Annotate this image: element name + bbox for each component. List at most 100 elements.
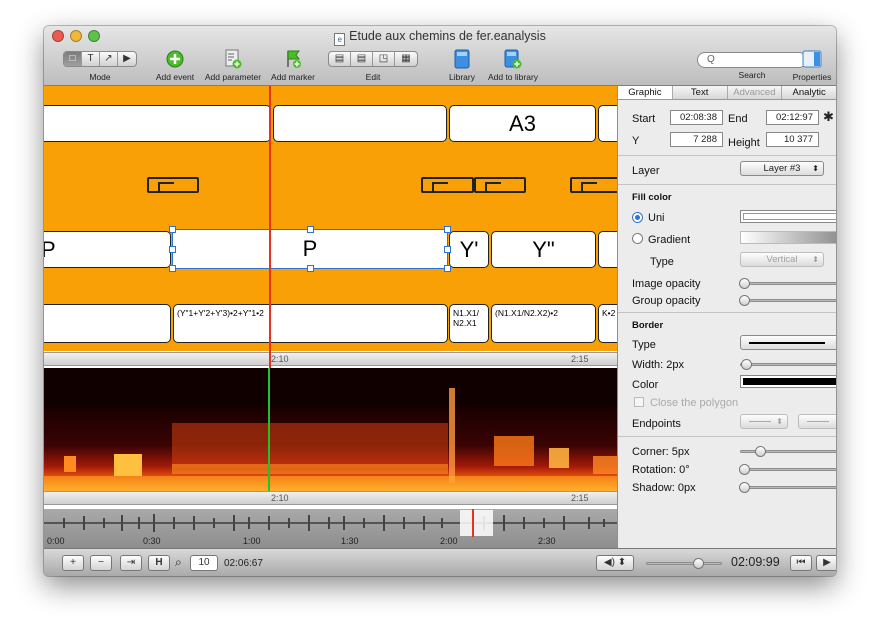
event-box-formula[interactable]: (Y"1+Y'2+Y'3)•2+Y"1•2 — [173, 304, 448, 343]
waveform-overview[interactable]: 0:00 0:30 1:00 1:30 2:00 2:30 — [44, 509, 617, 548]
time-ruler-lower[interactable]: 2:10 2:15 — [44, 491, 617, 505]
analysis-canvas[interactable]: A3 P P Y' Y" (Y"1+Y'2+Y'3)•2+Y"1•2 N1.X1… — [44, 86, 617, 548]
uni-radio[interactable] — [632, 212, 643, 223]
resize-handle-bc[interactable] — [307, 265, 314, 272]
gradient-color-well[interactable] — [740, 231, 836, 244]
add-event-button[interactable]: Add event — [152, 48, 198, 82]
event-label-ydouble: Y" — [532, 236, 555, 262]
search-label: Search — [738, 70, 766, 80]
play-button[interactable]: ▶ — [816, 555, 836, 571]
slider-knob[interactable] — [755, 446, 766, 457]
resize-handle-tr[interactable] — [444, 226, 451, 233]
zoom-out-button[interactable]: − — [90, 555, 112, 571]
height-field[interactable]: 10 377 — [766, 132, 819, 147]
event-box-row4-a[interactable] — [44, 304, 171, 343]
border-color-well[interactable] — [740, 375, 836, 388]
resize-handle-tc[interactable] — [307, 226, 314, 233]
add-event-icon — [166, 50, 184, 68]
zoom-stepper[interactable]: 10 — [190, 555, 218, 571]
resize-handle-br[interactable] — [444, 265, 451, 272]
magnifier-icon: ⌕ — [175, 555, 182, 569]
slider-knob[interactable] — [739, 278, 750, 289]
playhead[interactable] — [269, 86, 271, 368]
add-marker-button[interactable]: Add marker — [268, 48, 318, 82]
marker-box-4[interactable] — [570, 177, 617, 193]
add-parameter-button[interactable]: Add parameter — [200, 48, 266, 82]
slider-knob[interactable] — [693, 558, 704, 569]
marker-box-3[interactable] — [474, 177, 526, 193]
uni-color-well[interactable] — [740, 210, 836, 223]
align-center-icon[interactable]: ▤ — [351, 52, 373, 66]
slider-knob[interactable] — [739, 464, 750, 475]
align-left-icon[interactable]: ▤ — [329, 52, 351, 66]
start-field[interactable]: 02:08:38 — [670, 110, 723, 125]
h-button[interactable]: H — [148, 555, 170, 571]
event-box-p-selected[interactable]: P — [172, 229, 448, 269]
event-box-k[interactable]: K•2 — [598, 304, 617, 343]
border-type-select[interactable] — [740, 335, 836, 350]
marker-box-1[interactable] — [147, 177, 199, 193]
tab-text[interactable]: Text — [673, 86, 728, 99]
add-to-library-button[interactable]: Add to library — [480, 48, 546, 82]
rotation-slider[interactable] — [739, 464, 836, 475]
spectrogram[interactable] — [44, 368, 617, 491]
close-polygon-checkbox[interactable] — [634, 397, 644, 407]
marker-box-2[interactable] — [421, 177, 474, 193]
shadow-slider[interactable] — [739, 482, 836, 493]
distribute-icon[interactable]: ▦ — [395, 52, 417, 66]
fill-color-heading: Fill color — [632, 192, 672, 203]
rewind-button[interactable]: ⏮ — [790, 555, 812, 571]
group-opacity-slider[interactable] — [739, 295, 836, 306]
mode-text-icon[interactable]: T — [82, 52, 100, 66]
mode-play-icon[interactable]: ▶ — [118, 52, 136, 66]
gradient-radio[interactable] — [632, 233, 643, 244]
properties-button[interactable]: Properties — [790, 48, 834, 82]
tab-advanced[interactable]: Advanced — [728, 86, 783, 99]
event-box-row1-a[interactable] — [44, 105, 271, 142]
gear-icon[interactable]: ✱ — [823, 109, 834, 125]
add-to-library-label: Add to library — [487, 72, 539, 82]
mode-select-icon[interactable]: □ — [64, 52, 82, 66]
slider-knob[interactable] — [739, 482, 750, 493]
volume-select[interactable]: ◀︎) ⬍ — [596, 555, 634, 571]
y-field[interactable]: 7 288 — [670, 132, 723, 147]
endpoint-start-select[interactable] — [740, 414, 788, 429]
library-button[interactable]: Library — [444, 48, 480, 82]
slider-knob[interactable] — [741, 359, 752, 370]
add-marker-label: Add marker — [271, 72, 315, 82]
event-box-p-left[interactable]: P — [44, 231, 171, 268]
time-ruler[interactable]: 2:10 2:15 — [44, 352, 617, 366]
playback-slider[interactable] — [646, 558, 722, 569]
end-field[interactable]: 02:12:97 — [766, 110, 819, 125]
resize-handle-tl[interactable] — [169, 226, 176, 233]
event-box-a3[interactable]: A3 — [449, 105, 596, 142]
border-width-slider[interactable] — [740, 359, 836, 370]
overview-mark-2: 1:00 — [243, 536, 261, 546]
tab-graphic[interactable]: Graphic — [618, 86, 673, 99]
resize-handle-bl[interactable] — [169, 265, 176, 272]
start-label: Start — [632, 113, 656, 125]
inspector-panel: Graphic Text Advanced Analytic Start 02:… — [617, 86, 836, 548]
resize-handle-ml[interactable] — [169, 246, 176, 253]
zoom-in-button[interactable]: + — [62, 555, 84, 571]
group-icon[interactable]: ◳ — [373, 52, 395, 66]
gradient-type-select[interactable]: Vertical — [740, 252, 824, 267]
event-box-row3-c[interactable] — [598, 231, 617, 268]
layer-select[interactable]: Layer #3 — [740, 161, 824, 176]
event-box-row1-b[interactable] — [273, 105, 447, 142]
corner-slider[interactable] — [740, 446, 836, 457]
endpoint-end-select[interactable] — [798, 414, 836, 429]
resize-handle-mr[interactable] — [444, 246, 451, 253]
tab-analytic[interactable]: Analytic — [782, 86, 836, 99]
event-box-n1[interactable]: N1.X1/ N2.X1 — [449, 304, 489, 343]
event-box-row1-c[interactable] — [598, 105, 617, 142]
slider-knob[interactable] — [739, 295, 750, 306]
fit-button[interactable]: ⇥ — [120, 555, 142, 571]
event-box-yprime[interactable]: Y' — [449, 231, 489, 268]
shadow-label: Shadow: 0px — [632, 482, 696, 494]
event-box-n2[interactable]: (N1.X1/N2.X2)•2 — [491, 304, 596, 343]
event-box-ydouble[interactable]: Y" — [491, 231, 596, 268]
mode-pointer-icon[interactable]: ↗ — [100, 52, 118, 66]
y-label: Y — [632, 135, 640, 147]
image-opacity-slider[interactable] — [739, 278, 836, 289]
